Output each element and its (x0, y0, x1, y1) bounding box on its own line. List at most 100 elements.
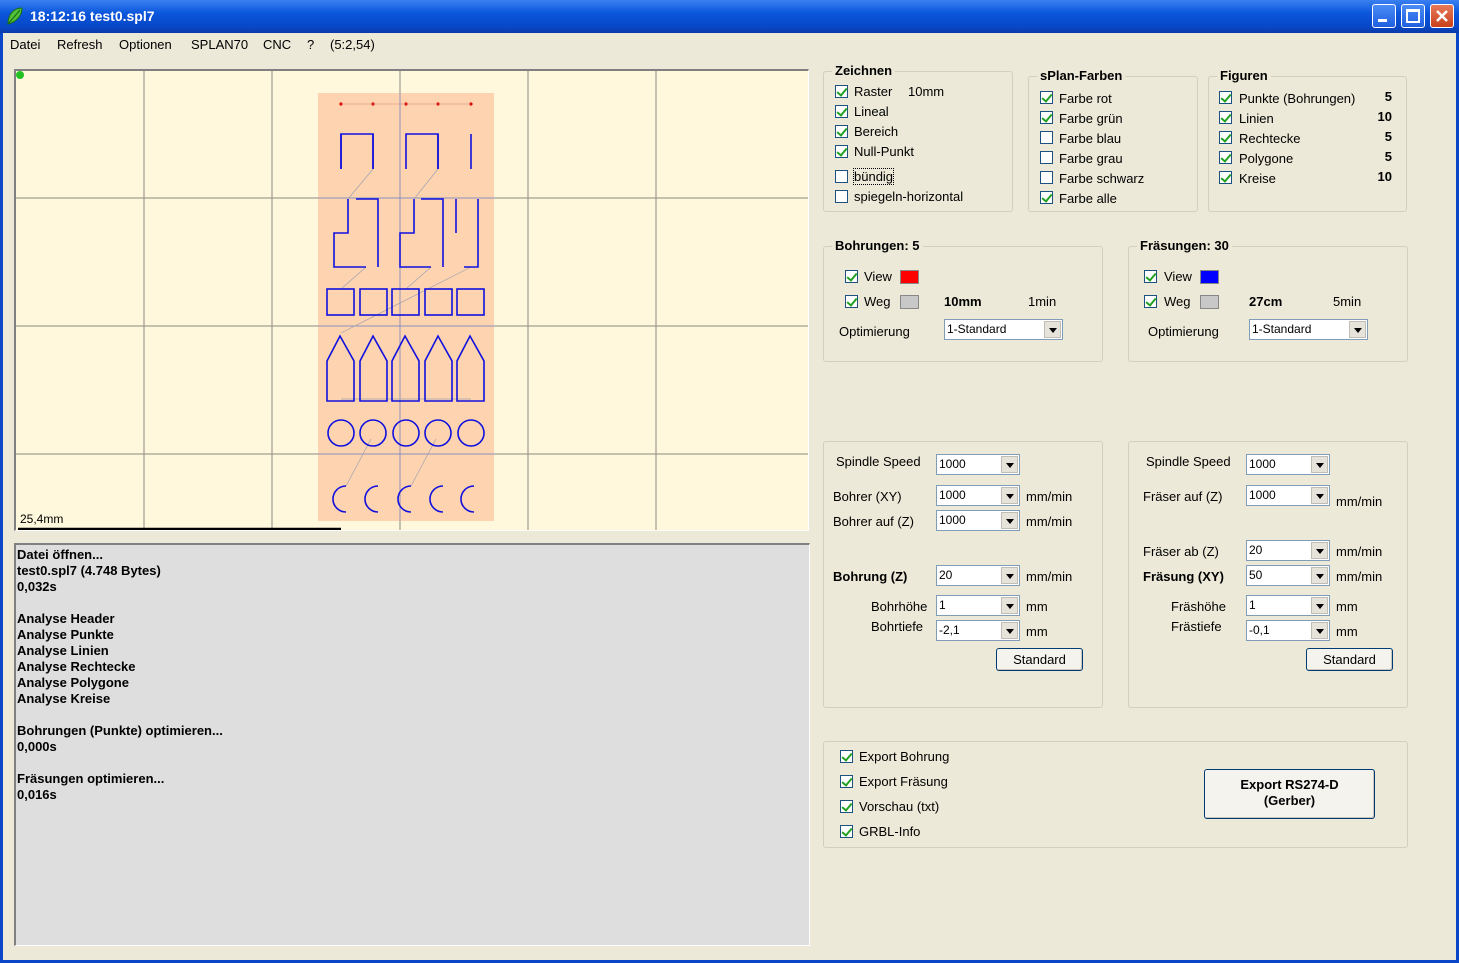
chevron-down-icon[interactable] (1001, 622, 1018, 639)
chevron-down-icon[interactable] (1311, 622, 1328, 639)
label-fraeshoehe: Fräshöhe (1171, 599, 1226, 614)
checkbox-spiegeln[interactable] (835, 190, 848, 203)
bohrhoehe-input[interactable]: 1 (936, 595, 1020, 616)
fraestiefe-input[interactable]: -0,1 (1246, 620, 1330, 641)
drawing-canvas[interactable]: 25,4mm (14, 69, 809, 531)
label-bohrung-z: Bohrung (Z) (833, 569, 908, 584)
bohrung-z-input[interactable]: 20 (936, 565, 1020, 586)
checkbox-raster[interactable] (835, 85, 848, 98)
checkbox-grbl-info[interactable] (840, 825, 853, 838)
fraestiefe-value: -0,1 (1249, 623, 1270, 637)
fraesung-xy-input[interactable]: 50 (1246, 565, 1330, 586)
checkbox-buendig[interactable] (835, 170, 848, 183)
bohr-view-color[interactable] (900, 270, 919, 284)
fraeser-ab-unit: mm/min (1336, 544, 1383, 559)
checkbox-farbe-schwarz[interactable] (1040, 171, 1053, 184)
fraes-params-group: Spindle Speed 1000 Fräser auf (Z) 1000 m… (1128, 441, 1408, 708)
fraes-optimierung-select[interactable]: 1-Standard (1249, 319, 1368, 340)
checkbox-export-fraesung[interactable] (840, 775, 853, 788)
checkbox-linien[interactable] (1219, 111, 1232, 124)
chevron-down-icon[interactable] (1001, 597, 1018, 614)
chevron-down-icon[interactable] (1001, 456, 1018, 473)
close-button[interactable] (1430, 4, 1454, 28)
menu-splan70[interactable]: SPLAN70 (191, 37, 248, 52)
chevron-down-icon[interactable] (1044, 321, 1061, 338)
bohr-spindle-input[interactable]: 1000 (936, 454, 1020, 475)
fraes-standard-button[interactable]: Standard (1306, 648, 1393, 671)
menu-help[interactable]: ? (307, 37, 314, 52)
checkbox-fraes-weg[interactable] (1144, 295, 1157, 308)
fraesungen-title: Fräsungen: 30 (1137, 238, 1232, 253)
chevron-down-icon[interactable] (1349, 321, 1366, 338)
export-gerber-button[interactable]: Export RS274-D (Gerber) (1204, 769, 1375, 819)
menu-optionen[interactable]: Optionen (119, 37, 172, 52)
menu-datei[interactable]: Datei (10, 37, 40, 52)
checkbox-lineal[interactable] (835, 105, 848, 118)
fraeser-ab-input[interactable]: 20 (1246, 540, 1330, 561)
bohr-standard-button[interactable]: Standard (996, 648, 1083, 671)
checkbox-fraes-view[interactable] (1144, 270, 1157, 283)
label-fraes-spindle: Spindle Speed (1146, 454, 1231, 469)
label-polygone: Polygone (1239, 151, 1294, 166)
fraeser-auf-input[interactable]: 1000 (1246, 485, 1330, 506)
chevron-down-icon[interactable] (1311, 456, 1328, 473)
checkbox-polygone[interactable] (1219, 151, 1232, 164)
checkbox-kreise[interactable] (1219, 171, 1232, 184)
fraes-view-color[interactable] (1200, 270, 1219, 284)
checkbox-vorschau[interactable] (840, 800, 853, 813)
chevron-down-icon[interactable] (1311, 487, 1328, 504)
bohrer-auf-unit: mm/min (1026, 514, 1073, 529)
checkbox-punkte[interactable] (1219, 91, 1232, 104)
chevron-down-icon[interactable] (1001, 567, 1018, 584)
label-fraeser-auf: Fräser auf (Z) (1143, 489, 1223, 504)
label-linien: Linien (1239, 111, 1274, 126)
raster-size: 10mm (908, 84, 945, 99)
maximize-button[interactable] (1401, 4, 1425, 28)
log-line: Analyse Header (17, 611, 115, 626)
bohr-weg-color[interactable] (900, 295, 919, 309)
minimize-button[interactable] (1372, 4, 1396, 28)
board-preview (16, 71, 808, 530)
checkbox-farbe-gruen[interactable] (1040, 111, 1053, 124)
fraeshoehe-input[interactable]: 1 (1246, 595, 1330, 616)
menu-refresh[interactable]: Refresh (57, 37, 103, 52)
chevron-down-icon[interactable] (1311, 597, 1328, 614)
fraes-spindle-input[interactable]: 1000 (1246, 454, 1330, 475)
log-line: Analyse Kreise (17, 691, 111, 706)
bohrtiefe-input[interactable]: -2,1 (936, 620, 1020, 641)
checkbox-farbe-grau[interactable] (1040, 151, 1053, 164)
checkbox-bereich[interactable] (835, 125, 848, 138)
checkbox-export-bohrung[interactable] (840, 750, 853, 763)
bohrer-auf-input[interactable]: 1000 (936, 510, 1020, 531)
bohrungen-group: Bohrungen: 5 View Weg 10mm 1min Optimier… (823, 238, 1103, 362)
log-line: Datei öffnen... (17, 547, 103, 562)
checkbox-farbe-blau[interactable] (1040, 131, 1053, 144)
log-line: Analyse Linien (17, 643, 109, 658)
checkbox-bohr-view[interactable] (845, 270, 858, 283)
bohrtiefe-unit: mm (1026, 624, 1048, 639)
checkbox-null-punkt[interactable] (835, 145, 848, 158)
checkbox-rechtecke[interactable] (1219, 131, 1232, 144)
checkbox-farbe-rot[interactable] (1040, 91, 1053, 104)
label-punkte: Punkte (Bohrungen) (1239, 91, 1356, 106)
menu-cnc[interactable]: CNC (263, 37, 291, 52)
bohrer-xy-input[interactable]: 1000 (936, 485, 1020, 506)
checkbox-bohr-weg[interactable] (845, 295, 858, 308)
label-farbe-schwarz: Farbe schwarz (1059, 171, 1145, 186)
label-bohr-view: View (864, 269, 892, 284)
fraes-weg-color[interactable] (1200, 295, 1219, 309)
menu-bar: Datei Refresh Optionen SPLAN70 CNC ? (5:… (3, 33, 1456, 57)
bohr-optimierung-select[interactable]: 1-Standard (944, 319, 1063, 340)
log-line: Bohrungen (Punkte) optimieren... (17, 723, 223, 738)
bohr-time: 1min (1028, 294, 1057, 309)
log-line: 0,000s (17, 739, 57, 754)
chevron-down-icon[interactable] (1001, 487, 1018, 504)
chevron-down-icon[interactable] (1311, 542, 1328, 559)
fraesungen-group: Fräsungen: 30 View Weg 27cm 5min Optimie… (1128, 238, 1408, 362)
checkbox-farbe-alle[interactable] (1040, 191, 1053, 204)
chevron-down-icon[interactable] (1001, 512, 1018, 529)
figuren-title: Figuren (1217, 68, 1271, 83)
chevron-down-icon[interactable] (1311, 567, 1328, 584)
label-farbe-grau: Farbe grau (1059, 151, 1123, 166)
label-vorschau: Vorschau (txt) (859, 799, 940, 814)
